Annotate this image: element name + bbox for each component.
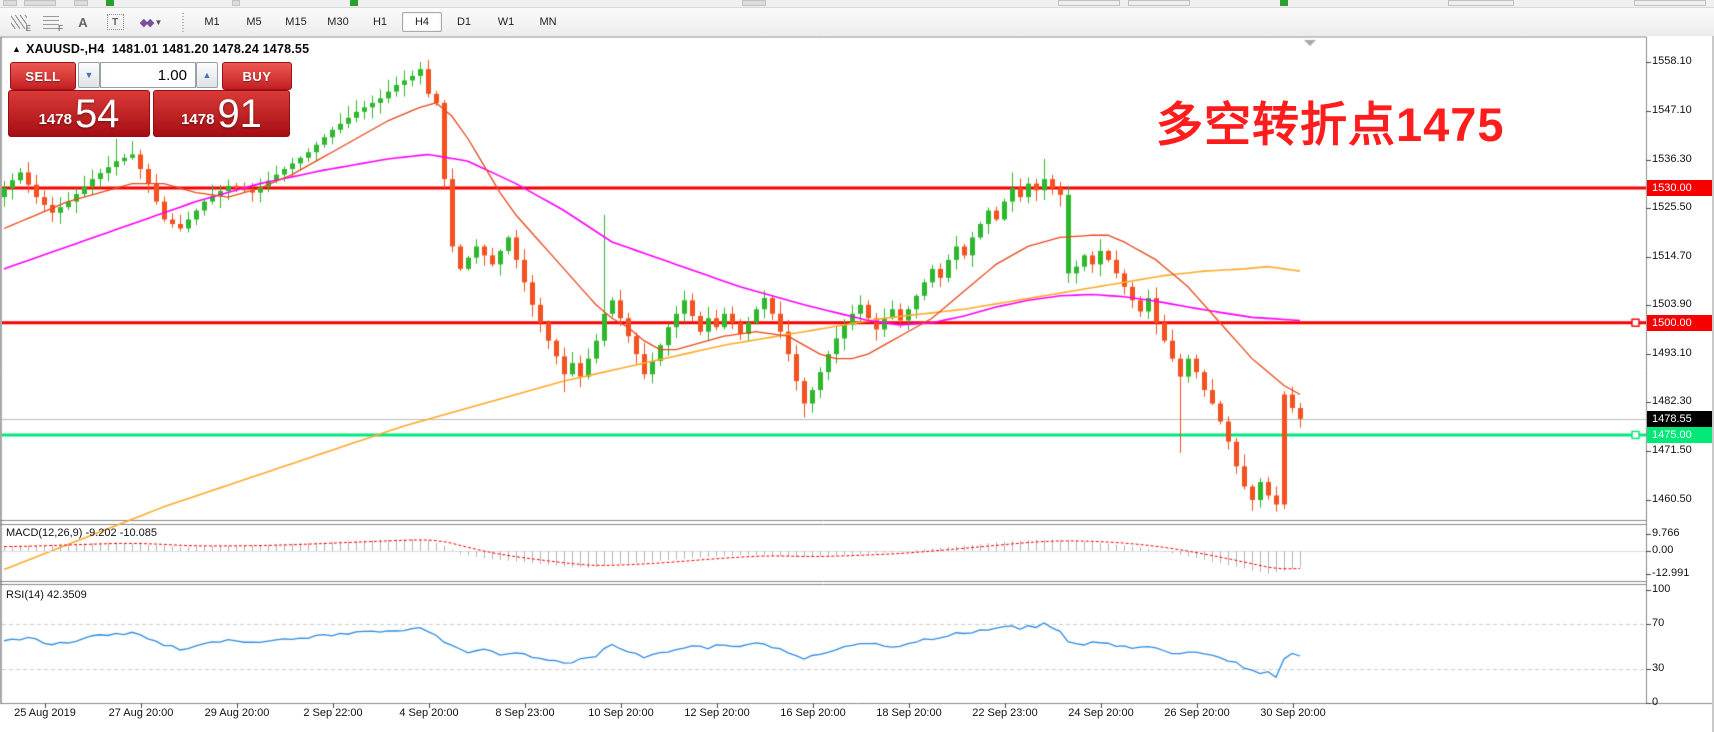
- price-tick-label: 1460.50: [1652, 493, 1692, 505]
- sell-price-big: 1478: [39, 111, 72, 128]
- ohlc-values: 1481.01 1481.20 1478.24 1478.55: [112, 42, 309, 56]
- date-tick-label: 30 Sep 20:00: [1245, 707, 1341, 719]
- remnant-icon: [742, 0, 766, 6]
- one-click-trade-panel: SELL ▼ ▲ BUY 1478 54 1478 91: [8, 60, 292, 138]
- symbol-collapse-icon[interactable]: ▲: [12, 44, 21, 54]
- fibonacci-lines: [43, 16, 59, 29]
- remnant-icon: [1448, 0, 1514, 6]
- timeframe-button-m30[interactable]: M30: [318, 12, 358, 32]
- timeframe-button-m15[interactable]: M15: [276, 12, 316, 32]
- remnant-icon: [1058, 0, 1120, 6]
- remnant-icon: [1634, 0, 1706, 6]
- level-price-box: 1475.00: [1647, 427, 1714, 443]
- rsi-tick-label: 100: [1652, 583, 1670, 595]
- remnant-icon: [3, 0, 17, 6]
- rsi-tick-label: 30: [1652, 662, 1664, 674]
- macd-tick-label: 9.766: [1652, 527, 1680, 539]
- price-tick-label: 1547.10: [1652, 104, 1692, 116]
- equidistant-lines: [11, 15, 27, 29]
- remnant-icon: [1128, 0, 1190, 6]
- sell-button[interactable]: SELL: [10, 62, 76, 90]
- buy-price-box[interactable]: 1478 91: [153, 90, 290, 137]
- chart-header: ▲ XAUUSD-,H4 1481.01 1481.20 1478.24 1478…: [12, 42, 309, 56]
- arrows-icon[interactable]: ◆◆ ▼: [134, 11, 168, 33]
- date-tick-label: 16 Sep 20:00: [765, 707, 861, 719]
- rsi-label: RSI(14) 42.3509: [6, 589, 87, 601]
- volume-increase-button[interactable]: ▲: [196, 62, 218, 88]
- price-tick-label: 1471.50: [1652, 444, 1692, 456]
- date-tick-label: 22 Sep 23:00: [957, 707, 1053, 719]
- symbol-label: XAUUSD-,H4: [26, 42, 104, 56]
- text-icon[interactable]: A: [70, 11, 96, 33]
- macd-tick-label: 0.00: [1652, 544, 1673, 556]
- remnant-icon: [232, 0, 240, 6]
- equidistant-channel-icon[interactable]: E: [6, 11, 32, 33]
- toolbar: E F A T ◆◆ ▼ M1M5M15M30H1H4D1W1MN: [0, 8, 1714, 37]
- macd-label: MACD(12,26,9) -9.202 -10.085: [6, 527, 157, 539]
- tool-letter: A: [78, 15, 87, 30]
- timeframe-button-m1[interactable]: M1: [192, 12, 232, 32]
- date-tick-label: 24 Sep 20:00: [1053, 707, 1149, 719]
- chart-annotation-text: 多空转折点1475: [1156, 86, 1505, 155]
- date-tick-label: 12 Sep 20:00: [669, 707, 765, 719]
- remnant-icon: [350, 0, 358, 6]
- tool-letter: F: [58, 24, 63, 33]
- buy-price-pips: 91: [217, 95, 262, 133]
- chart-window: ▲ XAUUSD-,H4 1481.01 1481.20 1478.24 1478…: [0, 36, 1714, 732]
- mt4-window: E F A T ◆◆ ▼ M1M5M15M30H1H4D1W1MN ▲ XAUUS…: [0, 0, 1714, 732]
- date-tick-label: 25 Aug 2019: [0, 707, 93, 719]
- price-tick-label: 1493.10: [1652, 347, 1692, 359]
- price-tick-label: 1503.90: [1652, 298, 1692, 310]
- price-tick-label: 1514.70: [1652, 250, 1692, 262]
- remnant-icon: [74, 0, 88, 6]
- fibonacci-icon[interactable]: F: [38, 11, 64, 33]
- remnant-icon: [1280, 0, 1288, 6]
- macd-tick-label: -12.991: [1652, 567, 1689, 579]
- tool-letter: E: [26, 24, 31, 33]
- level-price-box: 1530.00: [1647, 180, 1714, 196]
- volume-decrease-button[interactable]: ▼: [78, 62, 100, 88]
- current-price-box: 1478.55: [1647, 411, 1714, 427]
- date-tick-label: 8 Sep 23:00: [477, 707, 573, 719]
- sell-price-pips: 54: [75, 95, 120, 133]
- date-tick-label: 4 Sep 20:00: [381, 707, 477, 719]
- rsi-tick-label: 70: [1652, 617, 1664, 629]
- price-tick-label: 1525.50: [1652, 201, 1692, 213]
- arrow-glyphs: ◆◆: [140, 16, 153, 29]
- timeframe-bar: M1M5M15M30H1H4D1W1MN: [192, 12, 570, 32]
- price-tick-label: 1558.10: [1652, 55, 1692, 67]
- timeframe-button-d1[interactable]: D1: [444, 12, 484, 32]
- tool-letter: T: [107, 14, 124, 30]
- date-tick-label: 2 Sep 22:00: [285, 707, 381, 719]
- volume-input[interactable]: [100, 62, 196, 88]
- toolbar-remnant: [0, 0, 1714, 8]
- remnant-icon: [106, 0, 114, 6]
- timeframe-button-h1[interactable]: H1: [360, 12, 400, 32]
- buy-price-big: 1478: [181, 111, 214, 128]
- text-label-icon[interactable]: T: [102, 11, 128, 33]
- price-tick-label: 1536.30: [1652, 153, 1692, 165]
- date-tick-label: 10 Sep 20:00: [573, 707, 669, 719]
- buy-button[interactable]: BUY: [222, 62, 292, 90]
- rsi-tick-label: 0: [1652, 696, 1658, 708]
- price-tick-label: 1482.30: [1652, 395, 1692, 407]
- timeframe-button-w1[interactable]: W1: [486, 12, 526, 32]
- chevron-down-icon: ▼: [155, 18, 163, 27]
- timeframe-button-mn[interactable]: MN: [528, 12, 568, 32]
- date-tick-label: 27 Aug 20:00: [93, 707, 189, 719]
- date-tick-label: 26 Sep 20:00: [1149, 707, 1245, 719]
- timeframe-button-h4[interactable]: H4: [402, 12, 442, 32]
- toolbar-grip[interactable]: [182, 12, 184, 32]
- sell-price-box[interactable]: 1478 54: [8, 90, 150, 137]
- date-tick-label: 29 Aug 20:00: [189, 707, 285, 719]
- date-tick-label: 18 Sep 20:00: [861, 707, 957, 719]
- level-price-box: 1500.00: [1647, 315, 1714, 331]
- timeframe-button-m5[interactable]: M5: [234, 12, 274, 32]
- remnant-icon: [24, 0, 56, 6]
